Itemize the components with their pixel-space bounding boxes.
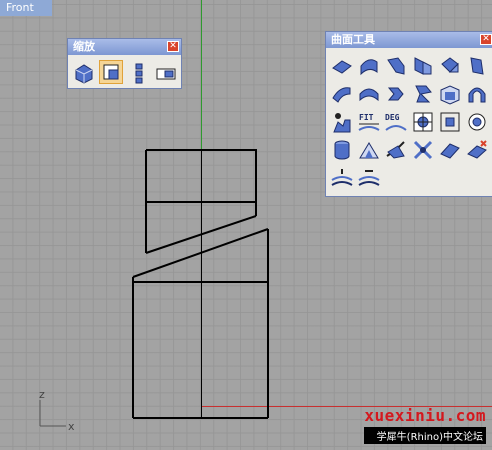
watermark: xuexiniu.com 学犀牛(Rhino)中文论坛 — [364, 406, 486, 444]
offset-surface-icon[interactable] — [357, 82, 381, 106]
zoom-extents-icon[interactable] — [72, 61, 96, 85]
viewport-title[interactable]: Front — [0, 0, 52, 16]
variable-chamfer-icon[interactable] — [384, 82, 408, 106]
zoom-window-icon[interactable] — [99, 60, 123, 84]
front-viewport[interactable]: x z Front 缩放 ✕ 曲面工具 ✕ FIT DEG xuexiniu.c… — [0, 0, 492, 450]
surface-tools-title-text: 曲面工具 — [331, 33, 375, 46]
rebuild-icon[interactable] — [438, 110, 462, 134]
variable-fillet-icon[interactable] — [384, 54, 408, 78]
close-icon[interactable]: ✕ — [167, 41, 179, 52]
flow-icon[interactable] — [411, 138, 435, 162]
blend-surface-icon[interactable] — [411, 54, 435, 78]
edit-point-icon[interactable] — [411, 110, 435, 134]
axis-z-label: z — [39, 388, 45, 401]
unroll-surface-icon[interactable] — [438, 82, 462, 106]
zoom-toolbar-title-text: 缩放 — [73, 40, 95, 53]
zoom-dynamic-icon[interactable] — [127, 61, 151, 85]
remove-icon[interactable] — [465, 138, 489, 162]
axis-x-label: x — [68, 420, 75, 433]
remove-knot-icon[interactable] — [357, 166, 381, 190]
target-icon[interactable] — [465, 110, 489, 134]
chamfer-surface-icon[interactable] — [357, 54, 381, 78]
axis-gizmo — [39, 400, 66, 427]
arch-surface-icon[interactable] — [465, 82, 489, 106]
surface-tools-title[interactable]: 曲面工具 ✕ — [326, 32, 492, 48]
watermark-subtitle: 学犀牛(Rhino)中文论坛 — [364, 427, 486, 444]
surface-tools-toolbar[interactable]: 曲面工具 ✕ FIT DEG — [325, 31, 492, 197]
merge-surface-icon[interactable] — [465, 54, 489, 78]
connect-surface-icon[interactable] — [411, 82, 435, 106]
fit-icon[interactable]: FIT — [357, 110, 381, 134]
fillet-surface-icon[interactable] — [330, 54, 354, 78]
svg-text:FIT: FIT — [359, 113, 374, 122]
change-degree-icon[interactable] — [330, 110, 354, 134]
close-icon[interactable]: ✕ — [480, 34, 492, 45]
symmetry-icon[interactable] — [438, 138, 462, 162]
zoom-toolbar-title[interactable]: 缩放 ✕ — [68, 39, 181, 55]
zoom-selected-icon[interactable] — [154, 61, 178, 85]
watermark-title: xuexiniu.com — [364, 406, 486, 425]
profile-curve[interactable] — [132, 149, 269, 419]
zoom-toolbar[interactable]: 缩放 ✕ — [67, 38, 182, 89]
split-icon[interactable] — [384, 138, 408, 162]
match-surface-icon[interactable] — [438, 54, 462, 78]
extend-surface-icon[interactable] — [330, 82, 354, 106]
shrink-icon[interactable] — [357, 138, 381, 162]
svg-text:DEG: DEG — [385, 113, 400, 122]
cylinder-icon[interactable] — [330, 138, 354, 162]
insert-knot-icon[interactable] — [330, 166, 354, 190]
deg-icon[interactable]: DEG — [384, 110, 408, 134]
